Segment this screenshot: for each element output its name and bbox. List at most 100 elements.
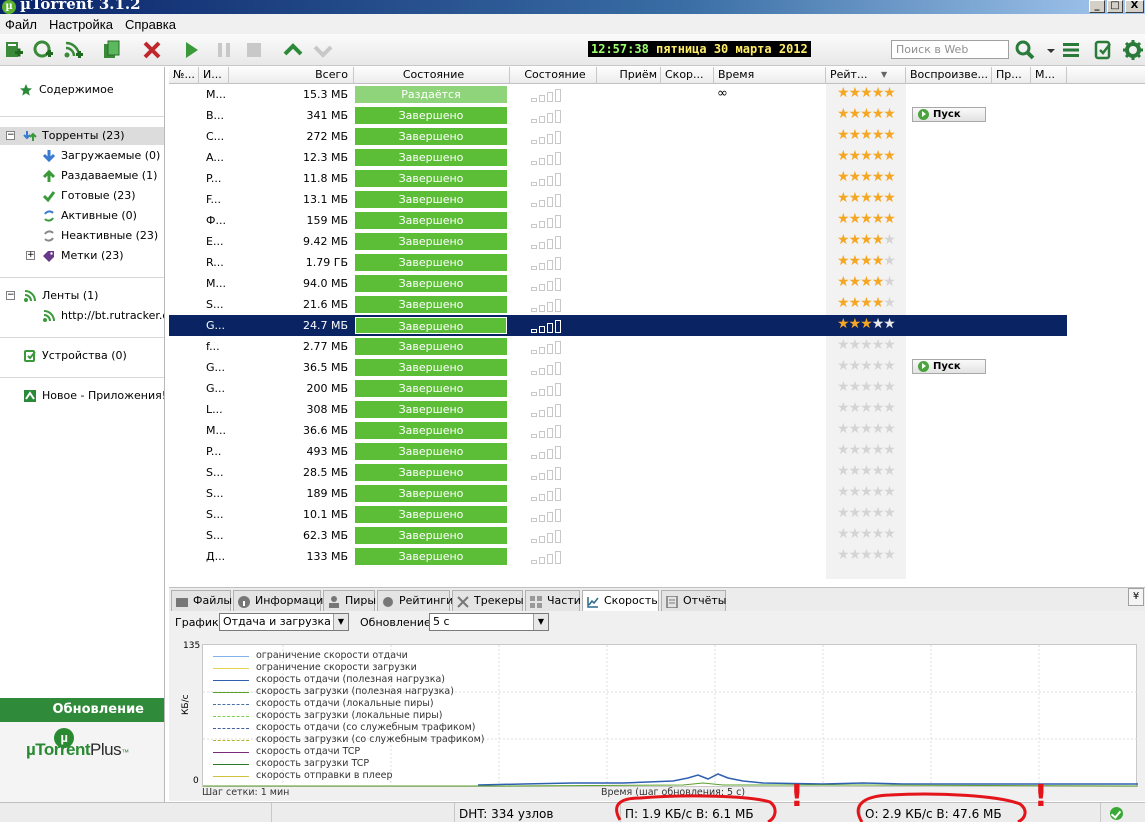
star-icon[interactable]: ★ [849,85,862,101]
rating-stars[interactable]: ★★★★★ [837,505,896,521]
star-icon[interactable]: ★ [872,379,885,395]
star-icon[interactable]: ★ [849,505,862,521]
web-search-input[interactable] [891,40,1009,59]
star-icon[interactable]: ★ [837,106,850,122]
star-icon[interactable]: ★ [860,337,873,353]
star-icon[interactable]: ★ [872,463,885,479]
rating-stars[interactable]: ★★★★★ [837,358,896,374]
col-name[interactable]: И... [199,67,229,84]
star-icon[interactable]: ★ [872,85,885,101]
star-icon[interactable]: ★ [860,400,873,416]
table-row[interactable]: B... 341 МБ Завершено ★★★★★ Пуск [169,105,1067,126]
star-icon[interactable]: ★ [837,463,850,479]
star-icon[interactable]: ★ [872,274,885,290]
sidebar-item-apps[interactable]: Новое - Приложения! [0,387,164,405]
star-icon[interactable]: ★ [849,379,862,395]
star-icon[interactable]: ★ [883,526,896,542]
col-status[interactable]: Состояние [354,67,510,84]
star-icon[interactable]: ★ [883,169,896,185]
star-icon[interactable]: ★ [883,253,896,269]
star-icon[interactable]: ★ [872,169,885,185]
stop-icon[interactable] [243,39,265,61]
star-icon[interactable]: ★ [860,295,873,311]
star-icon[interactable]: ★ [860,85,873,101]
table-row[interactable]: M... 94.0 МБ Завершено ★★★★★ [169,273,1067,294]
add-rss-icon[interactable] [62,39,84,61]
star-icon[interactable]: ★ [872,106,885,122]
star-icon[interactable]: ★ [860,526,873,542]
move-up-icon[interactable] [282,39,304,61]
table-row[interactable]: L... 308 МБ Завершено ★★★★★ [169,399,1067,420]
star-icon[interactable]: ★ [849,211,862,227]
star-icon[interactable]: ★ [849,400,862,416]
rating-stars[interactable]: ★★★★★ [837,316,896,332]
star-icon[interactable]: ★ [883,190,896,206]
star-icon[interactable]: ★ [860,421,873,437]
star-icon[interactable]: ★ [837,526,850,542]
collapse-icon[interactable]: − [6,291,15,300]
star-icon[interactable]: ★ [849,148,862,164]
tab-speed[interactable]: Скорость [582,590,659,613]
star-icon[interactable]: ★ [883,316,896,332]
star-icon[interactable]: ★ [837,421,850,437]
star-icon[interactable]: ★ [837,295,850,311]
star-icon[interactable]: ★ [883,547,896,563]
play-button[interactable]: Пуск [912,107,986,122]
star-icon[interactable]: ★ [837,358,850,374]
rating-stars[interactable]: ★★★★★ [837,211,896,227]
star-icon[interactable]: ★ [883,379,896,395]
col-rating[interactable]: Рейт... ▼ [826,67,906,84]
tab-trackers[interactable]: Трекеры [452,590,524,612]
star-icon[interactable]: ★ [849,127,862,143]
star-icon[interactable]: ★ [837,274,850,290]
star-icon[interactable]: ★ [872,316,885,332]
graph-type-select[interactable]: Отдача и загрузка ▼ [219,613,349,631]
star-icon[interactable]: ★ [883,274,896,290]
star-icon[interactable]: ★ [849,295,862,311]
rating-stars[interactable]: ★★★★★ [837,421,896,437]
star-icon[interactable]: ★ [849,316,862,332]
star-icon[interactable]: ★ [883,442,896,458]
sidebar-item-devices[interactable]: Устройства (0) [0,347,164,365]
star-icon[interactable]: ★ [837,379,850,395]
table-row[interactable]: R... 1.79 ГБ Завершено ★★★★★ [169,252,1067,273]
rating-stars[interactable]: ★★★★★ [837,274,896,290]
rating-stars[interactable]: ★★★★★ [837,253,896,269]
star-icon[interactable]: ★ [849,232,862,248]
star-icon[interactable]: ★ [849,442,862,458]
rating-stars[interactable]: ★★★★★ [837,127,896,143]
star-icon[interactable]: ★ [883,358,896,374]
star-icon[interactable]: ★ [837,148,850,164]
table-row[interactable]: A... 12.3 МБ Завершено ★★★★★ [169,147,1067,168]
table-row[interactable]: E... 9.42 МБ Завершено ★★★★★ [169,231,1067,252]
play-button[interactable]: Пуск [912,359,986,374]
list-view-icon[interactable] [1060,39,1082,61]
sidebar-item-completed[interactable]: Готовые (23) [0,187,164,205]
move-down-icon[interactable] [312,39,334,61]
star-icon[interactable]: ★ [860,316,873,332]
star-icon[interactable]: ★ [837,547,850,563]
star-icon[interactable]: ★ [883,463,896,479]
menu-file[interactable]: Файл [5,17,37,32]
table-row[interactable]: S... 10.1 МБ Завершено ★★★★★ [169,504,1067,525]
update-banner-title[interactable]: Обновление [0,698,164,722]
star-icon[interactable]: ★ [883,106,896,122]
table-row[interactable]: S... 189 МБ Завершено ★★★★★ [169,483,1067,504]
sidebar-item-inactive[interactable]: Неактивные (23) [0,227,164,245]
star-icon[interactable]: ★ [872,400,885,416]
rating-stars[interactable]: ★★★★★ [837,442,896,458]
star-icon[interactable]: ★ [872,358,885,374]
remove-torrent-icon[interactable] [141,39,163,61]
sidebar-item-content[interactable]: Содержимое [0,81,164,99]
col-playback[interactable]: Воспроизве... [906,67,992,84]
star-icon[interactable]: ★ [837,127,850,143]
star-icon[interactable]: ★ [883,85,896,101]
col-received[interactable]: Приём [597,67,661,84]
star-icon[interactable]: ★ [872,232,885,248]
star-icon[interactable]: ★ [883,211,896,227]
star-icon[interactable]: ★ [849,463,862,479]
table-row[interactable]: F... 13.1 МБ Завершено ★★★★★ [169,189,1067,210]
table-row[interactable]: G... 200 МБ Завершено ★★★★★ [169,378,1067,399]
star-icon[interactable]: ★ [837,85,850,101]
tab-files[interactable]: Файлы [171,590,232,612]
